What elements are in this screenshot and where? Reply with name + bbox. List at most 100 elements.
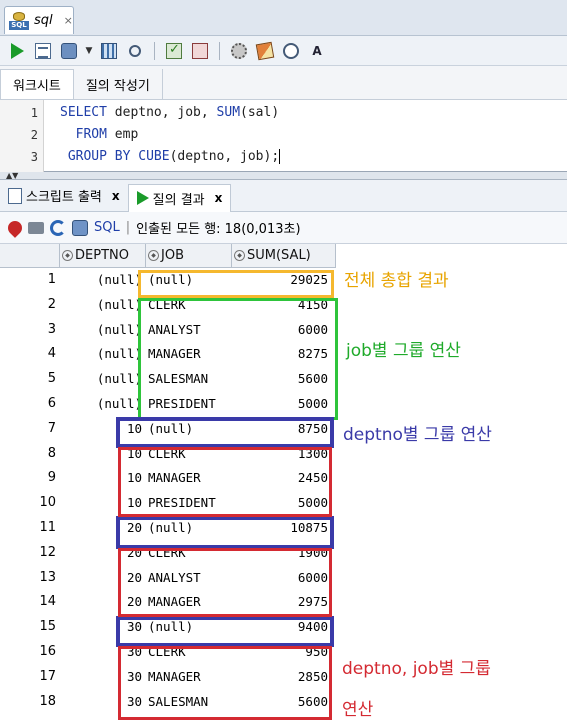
autotrace-icon — [101, 42, 117, 59]
tab-label: 스크립트 출력 — [26, 190, 102, 205]
row-number: 2 — [47, 296, 56, 312]
tab-worksheet[interactable]: 워크시트 — [0, 69, 74, 99]
sort-icon: ◆ — [148, 250, 159, 261]
sort-icon: ◆ — [234, 250, 245, 261]
code-text: SELECT deptno, job, SUM(sal) — [60, 105, 280, 120]
magnifier-icon — [129, 44, 141, 57]
row-number: 1 — [47, 272, 56, 287]
row-number: 15 — [39, 619, 56, 635]
code-text: GROUP BY CUBE(deptno, job); — [67, 149, 281, 164]
row-number: 3 — [47, 321, 56, 337]
cell-deptno: (null) — [96, 296, 142, 312]
run-icon — [10, 42, 24, 59]
document-tab-title: sql — [34, 13, 53, 28]
code-text: FROM emp — [75, 127, 139, 142]
deptno-group-highlight-box — [116, 516, 334, 549]
fetch-status: 인출된 모든 행: 18(0,013초) — [136, 222, 301, 237]
editor-line[interactable]: 1 SELECT deptno, job, SUM(sal) — [0, 102, 567, 124]
toolbar-divider: | — [125, 220, 131, 235]
spell-check-button[interactable]: A — [306, 40, 328, 62]
editor-line[interactable]: 2 FROM emp — [0, 124, 567, 146]
job-group-highlight-box — [138, 298, 338, 420]
document-tab-bar: SQL sql × — [0, 0, 567, 36]
run-script-button[interactable] — [32, 40, 54, 62]
line-number: 2 — [30, 128, 38, 142]
row-number: 16 — [39, 644, 56, 659]
sql-icon[interactable] — [72, 219, 88, 236]
autotrace-button[interactable] — [98, 40, 120, 62]
tab-script-output[interactable]: 스크립트 출력 x — [0, 183, 128, 209]
annotation-total: 전체 총합 결과 — [344, 271, 449, 291]
row-number: 9 — [47, 470, 56, 486]
worksheet-toolbar: ▼ A — [0, 36, 567, 66]
line-number: 3 — [30, 150, 38, 164]
run-icon — [136, 191, 149, 205]
cell-deptno: (null) — [96, 346, 142, 362]
toolbar-divider — [219, 41, 220, 60]
column-header-deptno[interactable]: ◆ DEPTNO — [60, 244, 146, 268]
row-number: 17 — [39, 668, 56, 684]
row-number: 12 — [39, 544, 56, 560]
results-grid[interactable]: ◆ DEPTNO ◆ JOB ◆ SUM(SAL) 1 (null) (null) 2902… — [0, 244, 567, 723]
row-number: 11 — [39, 520, 56, 535]
sql-editor[interactable]: 1 SELECT deptno, job, SUM(sal) 2 FROM em… — [0, 100, 567, 172]
close-icon[interactable]: x — [112, 189, 120, 203]
monitor-button[interactable] — [228, 40, 250, 62]
editor-line[interactable]: 3 GROUP BY CUBE(deptno, job); — [0, 146, 567, 168]
row-number: 10 — [39, 495, 56, 511]
tab-query-builder[interactable]: 질의 작성기 — [74, 69, 163, 99]
spell-check-icon: A — [312, 43, 322, 58]
chevron-down-icon[interactable]: ▼ — [84, 46, 94, 56]
sort-icon: ◆ — [62, 250, 73, 261]
row-number: 7 — [47, 420, 56, 436]
commit-icon — [166, 42, 182, 59]
cell-deptno: (null) — [96, 396, 142, 411]
tab-query-result[interactable]: 질의 결과 x — [127, 183, 232, 212]
pin-icon[interactable] — [5, 217, 25, 238]
toolbar-divider — [154, 41, 155, 60]
column-header-job[interactable]: ◆ JOB — [146, 244, 232, 268]
refresh-icon[interactable] — [50, 219, 66, 236]
sql-worksheet-icon: SQL — [9, 11, 29, 31]
deptno-group-highlight-box — [116, 417, 334, 448]
commit-button[interactable] — [163, 40, 185, 62]
eraser-icon — [255, 41, 275, 60]
script-icon — [35, 42, 51, 59]
grid-header: ◆ DEPTNO ◆ JOB ◆ SUM(SAL) — [0, 244, 336, 268]
clock-icon — [283, 42, 299, 59]
sql-tuning-button[interactable] — [124, 40, 146, 62]
print-icon[interactable] — [28, 221, 44, 234]
history-button[interactable] — [280, 40, 302, 62]
sql-link[interactable]: SQL — [94, 220, 120, 235]
rollback-button[interactable] — [189, 40, 211, 62]
script-output-icon — [8, 187, 22, 204]
database-icon — [61, 42, 77, 59]
cell-deptno: (null) — [96, 371, 142, 387]
explain-plan-button[interactable] — [58, 40, 80, 62]
row-number: 4 — [47, 346, 56, 362]
total-highlight-box — [138, 270, 334, 298]
line-number: 1 — [30, 106, 38, 120]
deptno-job-group-highlight-box — [118, 548, 332, 617]
row-number-header — [0, 244, 60, 268]
editor-splitter[interactable]: ▲▼ — [0, 172, 567, 180]
document-tab-sql[interactable]: SQL sql × — [4, 6, 74, 34]
annotation-deptno-group: deptno별 그룹 연산 — [343, 425, 492, 445]
close-icon[interactable]: x — [215, 191, 223, 205]
close-icon[interactable]: × — [64, 14, 73, 27]
row-number: 13 — [39, 569, 56, 585]
rollback-icon — [192, 42, 208, 59]
output-tabs: 스크립트 출력 x 질의 결과 x — [0, 180, 567, 212]
worksheet-tabs: 워크시트 질의 작성기 — [0, 66, 567, 100]
row-number: 5 — [47, 371, 56, 387]
row-number: 8 — [47, 445, 56, 461]
row-number: 6 — [47, 396, 56, 411]
deptno-job-group-highlight-box — [118, 447, 332, 517]
cell-deptno: (null) — [96, 321, 142, 337]
cell-deptno: (null) — [96, 272, 142, 287]
deptno-job-group-highlight-box — [118, 646, 332, 720]
run-statement-button[interactable] — [6, 40, 28, 62]
clear-button[interactable] — [254, 40, 276, 62]
tab-label: 질의 결과 — [152, 192, 205, 208]
column-header-sum-sal[interactable]: ◆ SUM(SAL) — [232, 244, 336, 268]
